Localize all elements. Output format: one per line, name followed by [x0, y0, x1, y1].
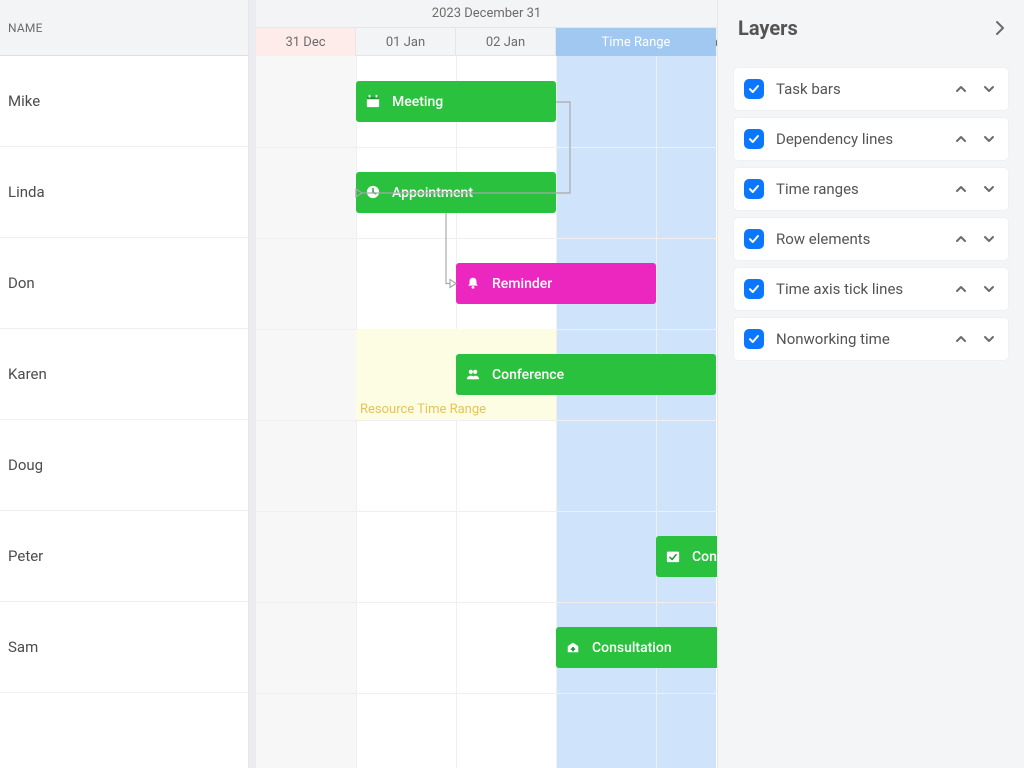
check-icon: [748, 133, 760, 145]
name-column-header[interactable]: NAME: [0, 0, 248, 56]
chevron-down-icon: [982, 132, 996, 146]
resource-row-name[interactable]: Karen: [0, 329, 248, 420]
resource-row-name[interactable]: Linda: [0, 147, 248, 238]
layer-item: Dependency lines: [734, 118, 1008, 160]
layers-panel: Layers Task bars Dependency lines Time ran…: [717, 0, 1024, 768]
timeline-header: 2023 December 31 31 Dec01 Jan02 Jan03 Ja…: [256, 0, 717, 56]
chevron-down-icon: [982, 282, 996, 296]
timeline-tick-row: 31 Dec01 Jan02 Jan03 Jan04 JanTime Range: [256, 28, 717, 56]
clinic-icon: [566, 640, 582, 656]
layer-item: Time ranges: [734, 168, 1008, 210]
layer-label: Task bars: [776, 80, 952, 98]
resource-row-name[interactable]: Mike: [0, 56, 248, 147]
chevron-down-icon: [982, 232, 996, 246]
layer-label: Time axis tick lines: [776, 280, 952, 298]
check-icon: [748, 333, 760, 345]
gantt-view: NAME MikeLindaDonKarenDougPeterSam 2023 …: [0, 0, 717, 768]
tick-header-cell[interactable]: 02 Jan: [456, 28, 556, 56]
users-icon: [466, 367, 482, 383]
layer-checkbox[interactable]: [744, 279, 764, 299]
layer-label: Row elements: [776, 230, 952, 248]
column-splitter[interactable]: [249, 0, 256, 768]
dependency-line: [442, 209, 466, 292]
layer-move-up-button[interactable]: [952, 230, 970, 248]
layer-checkbox[interactable]: [744, 79, 764, 99]
chevron-up-icon: [954, 332, 968, 346]
panel-collapse-button[interactable]: [992, 20, 1008, 36]
layer-move-up-button[interactable]: [952, 330, 970, 348]
task-bar[interactable]: Consultation: [556, 627, 717, 668]
chevron-down-icon: [982, 332, 996, 346]
task-bar[interactable]: Reminder: [456, 263, 656, 304]
layer-checkbox[interactable]: [744, 179, 764, 199]
layer-move-up-button[interactable]: [952, 180, 970, 198]
timeline-body[interactable]: Resource Time RangeMeetingAppointmentRem…: [256, 56, 717, 768]
task-bar[interactable]: Conference: [456, 354, 716, 395]
layer-move-down-button[interactable]: [980, 80, 998, 98]
chevron-down-icon: [982, 182, 996, 196]
bell-icon: [466, 276, 482, 292]
task-label: Conference: [692, 549, 717, 565]
nonworking-zone: [256, 56, 356, 768]
tick-header-cell[interactable]: 31 Dec: [256, 28, 356, 56]
tick-header-cell[interactable]: 01 Jan: [356, 28, 456, 56]
check-icon: [748, 283, 760, 295]
row-divider: [256, 238, 717, 239]
layer-label: Time ranges: [776, 180, 952, 198]
chevron-up-icon: [954, 282, 968, 296]
task-bar[interactable]: Conference: [656, 536, 717, 577]
resource-row-name[interactable]: Doug: [0, 420, 248, 511]
layer-move-down-button[interactable]: [980, 130, 998, 148]
timeline-top-header[interactable]: 2023 December 31: [256, 0, 717, 28]
check-icon: [748, 83, 760, 95]
task-label: Conference: [492, 367, 564, 383]
row-divider: [256, 602, 717, 603]
dependency-line: [350, 98, 578, 201]
layer-move-up-button[interactable]: [952, 80, 970, 98]
row-divider: [256, 420, 717, 421]
chevron-up-icon: [954, 132, 968, 146]
layer-item: Task bars: [734, 68, 1008, 110]
layer-label: Nonworking time: [776, 330, 952, 348]
check-icon: [748, 233, 760, 245]
row-divider: [256, 511, 717, 512]
row-divider: [256, 693, 717, 694]
layer-move-up-button[interactable]: [952, 280, 970, 298]
layer-item: Time axis tick lines: [734, 268, 1008, 310]
resource-row-name[interactable]: Sam: [0, 602, 248, 693]
layer-checkbox[interactable]: [744, 129, 764, 149]
layer-label: Dependency lines: [776, 130, 952, 148]
layer-move-down-button[interactable]: [980, 280, 998, 298]
layer-move-up-button[interactable]: [952, 130, 970, 148]
name-column: NAME MikeLindaDonKarenDougPeterSam: [0, 0, 249, 768]
check-icon: [748, 183, 760, 195]
task-label: Consultation: [592, 640, 672, 656]
chevron-right-icon: [992, 20, 1008, 36]
time-range-header[interactable]: Time Range: [556, 28, 716, 56]
layer-checkbox[interactable]: [744, 329, 764, 349]
resource-row-name[interactable]: Peter: [0, 511, 248, 602]
chevron-down-icon: [982, 82, 996, 96]
layers-panel-header: Layers: [718, 0, 1024, 56]
chevron-up-icon: [954, 82, 968, 96]
layer-move-down-button[interactable]: [980, 180, 998, 198]
layer-move-down-button[interactable]: [980, 230, 998, 248]
task-label: Reminder: [492, 276, 552, 292]
layer-item: Nonworking time: [734, 318, 1008, 360]
calendar-check-icon: [666, 549, 682, 565]
chevron-up-icon: [954, 232, 968, 246]
layer-list: Task bars Dependency lines Time ranges Row …: [718, 56, 1024, 360]
resource-row-name[interactable]: Don: [0, 238, 248, 329]
layer-move-down-button[interactable]: [980, 330, 998, 348]
resource-time-range-label: Resource Time Range: [360, 402, 486, 417]
chevron-up-icon: [954, 182, 968, 196]
layer-checkbox[interactable]: [744, 229, 764, 249]
layer-item: Row elements: [734, 218, 1008, 260]
layers-panel-title: Layers: [738, 16, 798, 40]
